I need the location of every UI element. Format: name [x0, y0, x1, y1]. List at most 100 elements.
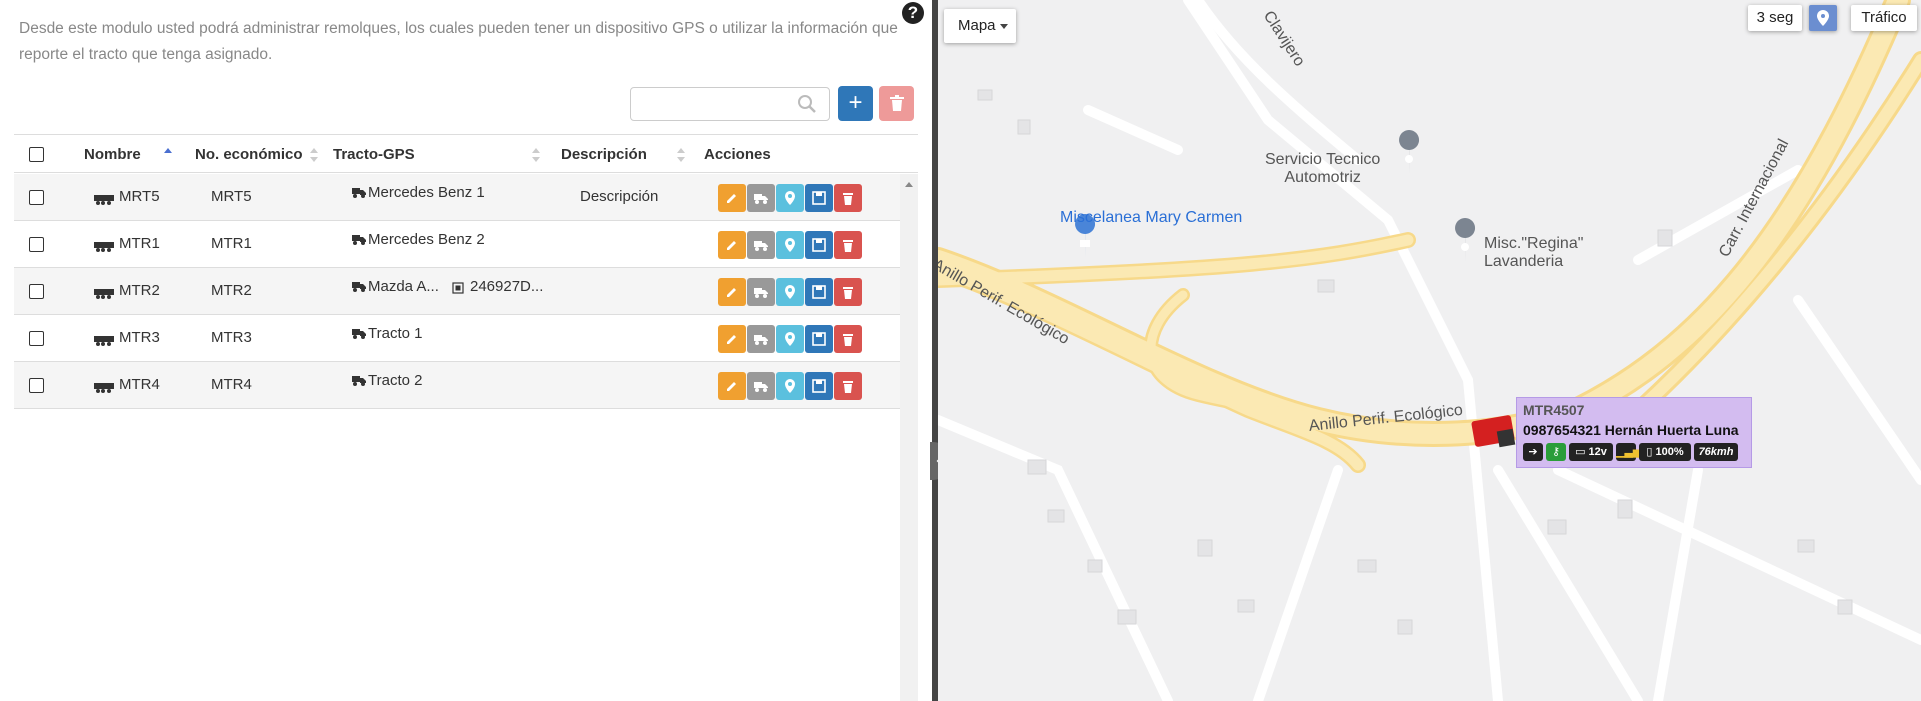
- trailer-icon: [94, 239, 114, 257]
- economic-number: MTR4: [211, 376, 252, 393]
- sort-icon[interactable]: [677, 147, 685, 163]
- map-canvas: [938, 0, 1921, 701]
- col-descripcion[interactable]: Descripción: [561, 146, 647, 163]
- assign-tractor-button[interactable]: [747, 372, 775, 400]
- map-type-label: Mapa: [958, 17, 996, 34]
- truck-icon: [352, 232, 366, 250]
- map-pin-icon: [1399, 130, 1420, 175]
- delete-button[interactable]: [834, 184, 862, 212]
- direction-arrow-icon: ➔: [1523, 443, 1543, 461]
- save-button[interactable]: [805, 278, 833, 306]
- locate-button[interactable]: [776, 184, 804, 212]
- refresh-interval-button[interactable]: 3 seg: [1748, 5, 1802, 31]
- col-acciones: Acciones: [704, 146, 771, 163]
- delete-button[interactable]: [834, 372, 862, 400]
- sort-asc-icon[interactable]: [164, 147, 172, 163]
- tractor-name: Mercedes Benz 1: [368, 184, 485, 201]
- truck-icon: [352, 185, 366, 203]
- trash-icon: [889, 95, 904, 111]
- select-all-checkbox[interactable]: [29, 147, 44, 162]
- delete-selected-button[interactable]: [879, 86, 914, 121]
- delete-button[interactable]: [834, 231, 862, 259]
- battery-value: 100%: [1655, 446, 1684, 458]
- ignition-key-icon: ⚷: [1546, 443, 1566, 461]
- trailers-panel: ? Desde este modulo usted podrá administ…: [0, 0, 932, 701]
- assign-tractor-button[interactable]: [747, 278, 775, 306]
- tractor-name: Tracto 1: [368, 325, 423, 342]
- trailer-icon: [94, 380, 114, 398]
- map-view[interactable]: Clavijero Servicio Tecnico Automotriz Mi…: [938, 0, 1921, 701]
- table-row[interactable]: MTR1 MTR1 Mercedes Benz 2: [14, 221, 918, 268]
- trailer-icon: [94, 333, 114, 351]
- scroll-up-icon[interactable]: [905, 182, 913, 187]
- delete-button[interactable]: [834, 278, 862, 306]
- table-row[interactable]: MRT5 MRT5 Mercedes Benz 1 Descripción: [14, 174, 918, 221]
- economic-number: MTR2: [211, 282, 252, 299]
- table-scrollbar[interactable]: [900, 174, 918, 701]
- map-type-dropdown[interactable]: Mapa: [944, 9, 1016, 43]
- edit-button[interactable]: [718, 184, 746, 212]
- assign-tractor-button[interactable]: [747, 231, 775, 259]
- assign-tractor-button[interactable]: [747, 184, 775, 212]
- economic-number: MTR3: [211, 329, 252, 346]
- table-row[interactable]: MTR2 MTR2 Mazda A... 246927D...: [14, 268, 918, 315]
- trailer-name: MRT5: [119, 188, 160, 205]
- tractor-name: Tracto 2: [368, 372, 423, 389]
- help-icon[interactable]: ?: [902, 2, 924, 24]
- search-box[interactable]: [630, 87, 830, 121]
- poi-label: Misc."Regina" Lavanderia: [1484, 235, 1584, 270]
- vehicle-info-box[interactable]: MTR4507 0987654321 Hernán Huerta Luna ➔ …: [1516, 397, 1752, 468]
- table-row[interactable]: MTR3 MTR3 Tracto 1: [14, 315, 918, 362]
- save-button[interactable]: [805, 325, 833, 353]
- edit-button[interactable]: [718, 231, 746, 259]
- col-tracto-gps[interactable]: Tracto-GPS: [333, 146, 415, 163]
- assign-tractor-button[interactable]: [747, 325, 775, 353]
- car-battery-icon: ▭: [1575, 446, 1589, 458]
- row-checkbox[interactable]: [29, 190, 44, 205]
- save-button[interactable]: [805, 231, 833, 259]
- trailer-name: MTR3: [119, 329, 160, 346]
- module-description: Desde este modulo usted podrá administra…: [19, 20, 898, 63]
- truck-icon: [352, 279, 366, 297]
- speed-badge: 76kmh: [1694, 443, 1738, 461]
- economic-number: MTR1: [211, 235, 252, 252]
- row-checkbox[interactable]: [29, 378, 44, 393]
- voltage-badge: ▭ 12v: [1569, 443, 1613, 461]
- sort-icon[interactable]: [310, 147, 318, 163]
- trailer-icon: [94, 192, 114, 210]
- traffic-toggle-button[interactable]: Tráfico: [1851, 5, 1917, 31]
- locate-button[interactable]: [776, 231, 804, 259]
- locate-button[interactable]: [776, 278, 804, 306]
- locate-button[interactable]: [776, 325, 804, 353]
- trailer-name: MTR4: [119, 376, 160, 393]
- trailer-name: MTR2: [119, 282, 160, 299]
- poi-label: Miscelanea Mary Carmen: [1060, 209, 1243, 226]
- col-nombre[interactable]: Nombre: [84, 146, 141, 163]
- col-no-economico[interactable]: No. económico: [195, 146, 303, 163]
- edit-button[interactable]: [718, 372, 746, 400]
- row-checkbox[interactable]: [29, 237, 44, 252]
- location-toggle-button[interactable]: [1809, 5, 1837, 31]
- table-row[interactable]: MTR4 MTR4 Tracto 2: [14, 362, 918, 409]
- economic-number: MRT5: [211, 188, 252, 205]
- locate-button[interactable]: [776, 372, 804, 400]
- poi-label: Servicio Tecnico Automotriz: [1265, 151, 1381, 186]
- tractor-name: Mazda A...: [368, 278, 439, 295]
- signal-strength-icon: ▁▃▅: [1616, 443, 1641, 461]
- location-pin-icon: [1817, 10, 1829, 26]
- save-button[interactable]: [805, 372, 833, 400]
- search-input[interactable]: [639, 88, 799, 120]
- edit-button[interactable]: [718, 278, 746, 306]
- save-button[interactable]: [805, 184, 833, 212]
- vehicle-ids: MTR4507: [1523, 402, 1585, 418]
- row-checkbox[interactable]: [29, 284, 44, 299]
- table-header: Nombre No. económico Tracto-GPS Descripc…: [14, 134, 918, 173]
- row-checkbox[interactable]: [29, 331, 44, 346]
- sort-icon[interactable]: [532, 147, 540, 163]
- trailer-description: Descripción: [580, 188, 659, 205]
- edit-button[interactable]: [718, 325, 746, 353]
- truck-icon: [352, 326, 366, 344]
- add-trailer-button[interactable]: +: [838, 86, 873, 121]
- delete-button[interactable]: [834, 325, 862, 353]
- gps-device: 246927D...: [470, 278, 544, 295]
